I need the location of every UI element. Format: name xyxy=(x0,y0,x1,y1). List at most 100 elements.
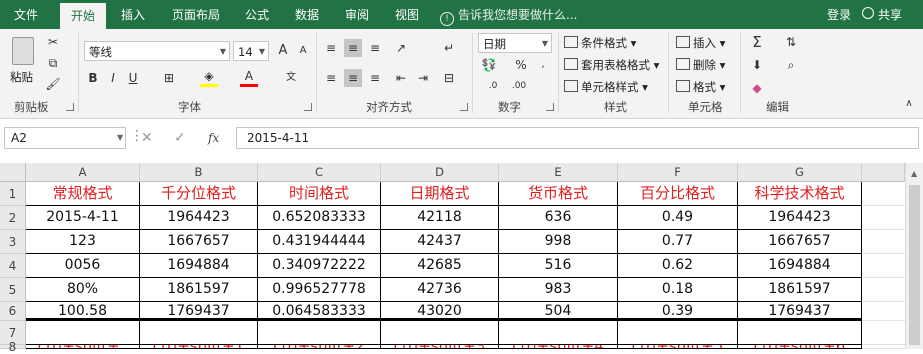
cell-a8[interactable]: ctrl+shift+` xyxy=(26,345,140,349)
cut-icon[interactable]: ✂ xyxy=(44,33,62,51)
format-cells-button[interactable]: 格式 ▾ xyxy=(676,79,725,95)
cell-f5[interactable]: 0.18 xyxy=(618,278,738,302)
accounting-format-icon[interactable]: 💱 xyxy=(480,56,498,74)
chevron-down-icon[interactable]: ▼ xyxy=(117,133,123,142)
cell-c1[interactable]: 时间格式 xyxy=(258,182,381,206)
cell-b3[interactable]: 1667657 xyxy=(140,230,258,254)
cell-e4[interactable]: 516 xyxy=(499,254,618,278)
number-launcher[interactable] xyxy=(546,103,554,111)
font-color-icon[interactable]: A xyxy=(240,69,258,87)
tab-file[interactable]: 文件 xyxy=(6,0,46,29)
shrink-font-button[interactable]: A xyxy=(294,42,312,60)
orientation-icon[interactable]: ↗ xyxy=(392,39,410,57)
cell-e5[interactable]: 983 xyxy=(499,278,618,302)
cell-h3[interactable] xyxy=(862,230,905,254)
insert-cells-button[interactable]: 插入 ▾ xyxy=(676,35,725,51)
underline-button[interactable]: U xyxy=(124,69,142,87)
cell-b1[interactable]: 千分位格式 xyxy=(140,182,258,206)
align-bottom-icon[interactable]: ≡ xyxy=(366,39,384,57)
column-header-h[interactable] xyxy=(862,163,905,182)
cell-b4[interactable]: 1694884 xyxy=(140,254,258,278)
cell-d3[interactable]: 42437 xyxy=(381,230,499,254)
clipboard-launcher[interactable] xyxy=(66,103,74,111)
cell-e8[interactable]: ctrl+shift+4 xyxy=(499,345,618,349)
row-header[interactable]: 8 xyxy=(0,341,26,353)
cell-e7[interactable] xyxy=(499,321,618,345)
cell-a1[interactable]: 常规格式 xyxy=(26,182,140,206)
cell-d7[interactable] xyxy=(381,321,499,345)
cell-e1[interactable]: 货币格式 xyxy=(499,182,618,206)
merge-center-icon[interactable]: ⊟ xyxy=(440,69,458,87)
select-all-button[interactable] xyxy=(0,163,26,182)
cell-h1[interactable] xyxy=(862,182,905,206)
cell-c4[interactable]: 0.340972222 xyxy=(258,254,381,278)
cell-h7[interactable] xyxy=(862,321,905,345)
cell-h5[interactable] xyxy=(862,278,905,302)
format-painter-icon[interactable]: 🖌 xyxy=(44,75,62,93)
cell-a4[interactable]: 0056 xyxy=(26,254,140,278)
tab-view[interactable]: 视图 xyxy=(390,0,424,29)
cell-f7[interactable] xyxy=(618,321,738,345)
column-header-e[interactable]: E xyxy=(499,163,618,182)
conditional-formatting-button[interactable]: 条件格式 ▾ xyxy=(564,35,636,51)
tell-me-box[interactable]: ! 告诉我您想要做什么... xyxy=(440,0,577,29)
font-size-select[interactable]: 14 ▼ xyxy=(233,41,269,61)
cell-f3[interactable]: 0.77 xyxy=(618,230,738,254)
cell-g1[interactable]: 科学技术格式 xyxy=(738,182,862,206)
tab-data[interactable]: 数据 xyxy=(290,0,324,29)
cell-a3[interactable]: 123 xyxy=(26,230,140,254)
paste-button[interactable] xyxy=(8,35,38,69)
scroll-up-icon[interactable]: ▲ xyxy=(911,169,917,178)
row-header[interactable]: 2 xyxy=(0,206,26,230)
grow-font-button[interactable]: A xyxy=(274,42,292,60)
tab-review[interactable]: 审阅 xyxy=(340,0,374,29)
cell-d8[interactable]: ctrl+shift+3 xyxy=(381,345,499,349)
fill-icon[interactable]: ⬇ xyxy=(748,56,766,74)
cell-g8[interactable]: ctrl+shift+6 xyxy=(738,345,862,349)
row-header[interactable]: 4 xyxy=(0,254,26,278)
sort-filter-icon[interactable]: ⇅ xyxy=(782,33,800,51)
cell-h6[interactable] xyxy=(862,302,905,321)
row-header[interactable]: 1 xyxy=(0,182,26,206)
cell-e3[interactable]: 998 xyxy=(499,230,618,254)
row-header[interactable]: 5 xyxy=(0,278,26,302)
comma-style-icon[interactable]: , xyxy=(534,56,552,74)
cell-b7[interactable] xyxy=(140,321,258,345)
sign-in-link[interactable]: 登录 xyxy=(827,0,851,30)
row-header[interactable]: 3 xyxy=(0,230,26,254)
clear-icon[interactable]: ◆ xyxy=(748,79,766,97)
align-right-icon[interactable]: ≡ xyxy=(366,69,384,87)
cell-b8[interactable]: ctrl+shift+1 xyxy=(140,345,258,349)
cell-b2[interactable]: 1964423 xyxy=(140,206,258,230)
align-center-icon[interactable]: ≡ xyxy=(344,69,362,87)
scrollbar-thumb[interactable] xyxy=(909,185,920,345)
cell-f1[interactable]: 百分比格式 xyxy=(618,182,738,206)
align-middle-icon[interactable]: ≡ xyxy=(344,39,362,57)
cell-b5[interactable]: 1861597 xyxy=(140,278,258,302)
cell-c7[interactable] xyxy=(258,321,381,345)
align-top-icon[interactable]: ≡ xyxy=(322,39,340,57)
cell-f8[interactable]: ctrl+shift+5 xyxy=(618,345,738,349)
cell-a7[interactable] xyxy=(26,321,140,345)
increase-indent-icon[interactable]: ⇥ xyxy=(414,69,432,87)
tab-formulas[interactable]: 公式 xyxy=(240,0,274,29)
tab-home[interactable]: 开始 xyxy=(60,0,106,29)
percent-style-icon[interactable]: % xyxy=(512,56,530,74)
cell-a6[interactable]: 100.58 xyxy=(26,302,140,321)
autosum-button[interactable]: Σ xyxy=(748,33,766,51)
column-header-d[interactable]: D xyxy=(381,163,499,182)
enter-icon[interactable]: ✓ xyxy=(174,130,186,146)
cell-h8[interactable] xyxy=(862,345,905,349)
font-name-select[interactable]: 等线 ▼ xyxy=(84,41,230,61)
cell-a5[interactable]: 80% xyxy=(26,278,140,302)
fill-color-icon[interactable]: ◈ xyxy=(200,69,218,87)
formula-input[interactable]: 2015-4-11 xyxy=(236,127,919,149)
cancel-icon[interactable]: ✕ xyxy=(141,130,153,146)
name-box[interactable]: A2 xyxy=(4,127,126,149)
alignment-launcher[interactable] xyxy=(460,103,468,111)
cell-f2[interactable]: 0.49 xyxy=(618,206,738,230)
cell-g3[interactable]: 1667657 xyxy=(738,230,862,254)
cell-c5[interactable]: 0.996527778 xyxy=(258,278,381,302)
phonetic-icon[interactable]: 文 xyxy=(282,69,300,87)
format-as-table-button[interactable]: 套用表格格式 ▾ xyxy=(564,57,659,73)
